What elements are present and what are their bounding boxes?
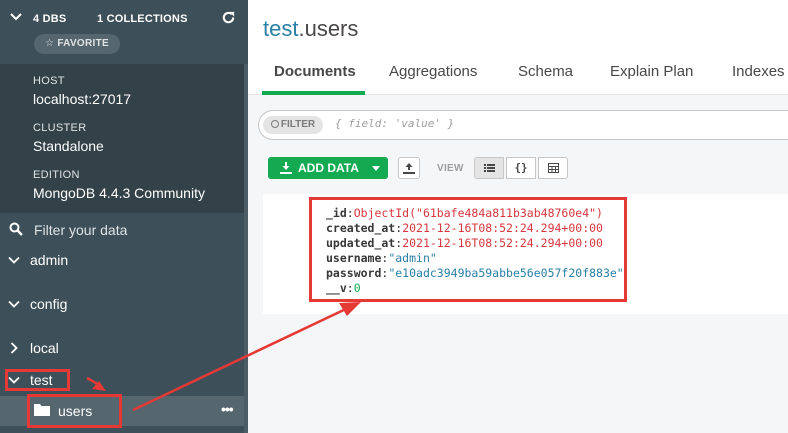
field-value: "e10adc3949ba59abbe56e057f20f883e"	[388, 266, 624, 280]
namespace-collection: .users	[298, 16, 359, 41]
field-value: 0	[353, 281, 361, 295]
search-icon	[9, 222, 23, 236]
dbs-count: 4 DBS	[33, 13, 67, 25]
list-view-button[interactable]	[474, 157, 504, 179]
sidebar-collection-users[interactable]: users •••	[0, 396, 248, 426]
host-label: HOST	[33, 75, 65, 87]
db-name: local	[30, 340, 59, 356]
filter-pill: FILTER	[263, 116, 323, 134]
tab-documents[interactable]: Documents	[274, 63, 356, 80]
field-key: created_at	[326, 221, 396, 235]
view-label: VIEW	[437, 163, 464, 174]
upload-icon	[403, 163, 415, 174]
db-name: admin	[30, 252, 69, 268]
table-view-button[interactable]	[538, 157, 568, 179]
favorite-button[interactable]: ☆ FAVORITE	[34, 34, 120, 54]
json-braces-icon: {}	[514, 161, 528, 174]
main-panel: test.users Documents Aggregations Schema…	[248, 0, 788, 433]
doc-field-id: _id:ObjectId("61bafe484a811b3ab48760e4")	[326, 206, 603, 220]
table-icon	[548, 163, 559, 173]
tab-bar: Documents Aggregations Schema Explain Pl…	[248, 55, 788, 95]
cluster-value: Standalone	[33, 138, 104, 154]
json-view-button[interactable]: {}	[506, 157, 536, 179]
document-card[interactable]: _id:ObjectId("61bafe484a811b3ab48760e4")…	[263, 194, 788, 314]
add-data-label: ADD DATA	[298, 161, 359, 175]
sidebar-filter[interactable]: Filter your data	[0, 213, 248, 245]
edition-label: EDITION	[33, 169, 80, 181]
doc-field-version: __v:0	[326, 281, 361, 295]
chevron-down-icon	[8, 256, 20, 264]
collections-count: 1 COLLECTIONS	[97, 13, 188, 25]
tab-explain-plan[interactable]: Explain Plan	[610, 63, 693, 80]
sidebar-db-admin[interactable]: admin	[0, 248, 248, 274]
chevron-down-icon[interactable]	[9, 10, 23, 24]
sidebar-db-test[interactable]: test	[0, 368, 248, 394]
field-value: "admin"	[388, 251, 437, 265]
filter-placeholder[interactable]: Filter your data	[34, 222, 127, 238]
tab-aggregations[interactable]: Aggregations	[389, 63, 477, 80]
chevron-right-icon	[10, 342, 18, 354]
collection-name: users	[58, 403, 93, 419]
doc-field-updated-at: updated_at:2021-12-16T08:52:24.294+00:00	[326, 236, 603, 250]
db-name: test	[30, 372, 53, 388]
more-options-icon[interactable]: •••	[221, 401, 234, 417]
folder-icon	[34, 404, 50, 416]
chevron-down-icon	[8, 376, 20, 384]
filter-ring-icon	[270, 120, 279, 128]
sidebar-header: 4 DBS 1 COLLECTIONS ☆ FAVORITE	[0, 0, 248, 64]
doc-field-password: password:"e10adc3949ba59abbe56e057f20f88…	[326, 266, 624, 280]
namespace-title: test.users	[263, 16, 358, 42]
documents-toolbar: ADD DATA VIEW {}	[248, 148, 788, 188]
namespace-db: test	[263, 16, 299, 41]
add-data-button[interactable]: ADD DATA	[268, 157, 388, 179]
edition-value: MongoDB 4.4.3 Community	[33, 185, 205, 201]
doc-field-created-at: created_at:2021-12-16T08:52:24.294+00:00	[326, 221, 603, 235]
chevron-down-icon	[8, 300, 20, 308]
field-value: 2021-12-16T08:52:24.294+00:00	[402, 236, 603, 250]
download-icon	[280, 162, 292, 174]
refresh-icon[interactable]	[221, 10, 236, 25]
caret-down-icon	[372, 166, 380, 171]
sidebar-db-config[interactable]: config	[0, 292, 248, 318]
query-filter-bar[interactable]: FILTER { field: 'value' }	[258, 110, 788, 140]
instance-info: HOST localhost:27017 CLUSTER Standalone …	[0, 64, 248, 213]
host-value: localhost:27017	[33, 91, 132, 107]
export-button[interactable]	[398, 157, 420, 179]
field-value: 2021-12-16T08:52:24.294+00:00	[402, 221, 603, 235]
tab-schema[interactable]: Schema	[518, 63, 573, 80]
field-value: ObjectId("61bafe484a811b3ab48760e4")	[353, 206, 603, 220]
list-icon	[484, 164, 495, 172]
filter-pill-label: FILTER	[280, 119, 316, 130]
field-key: __v	[326, 281, 347, 295]
field-key: _id	[326, 206, 347, 220]
tab-indexes[interactable]: Indexes	[732, 63, 785, 80]
field-key: username	[326, 251, 382, 265]
field-key: updated_at	[326, 236, 396, 250]
filter-input[interactable]: { field: 'value' }	[335, 117, 454, 130]
field-key: password	[326, 266, 382, 280]
sidebar-db-local[interactable]: local	[0, 336, 248, 362]
sidebar: 4 DBS 1 COLLECTIONS ☆ FAVORITE HOST loca…	[0, 0, 248, 433]
db-name: config	[30, 296, 68, 312]
doc-field-username: username:"admin"	[326, 251, 437, 265]
cluster-label: CLUSTER	[33, 122, 87, 134]
